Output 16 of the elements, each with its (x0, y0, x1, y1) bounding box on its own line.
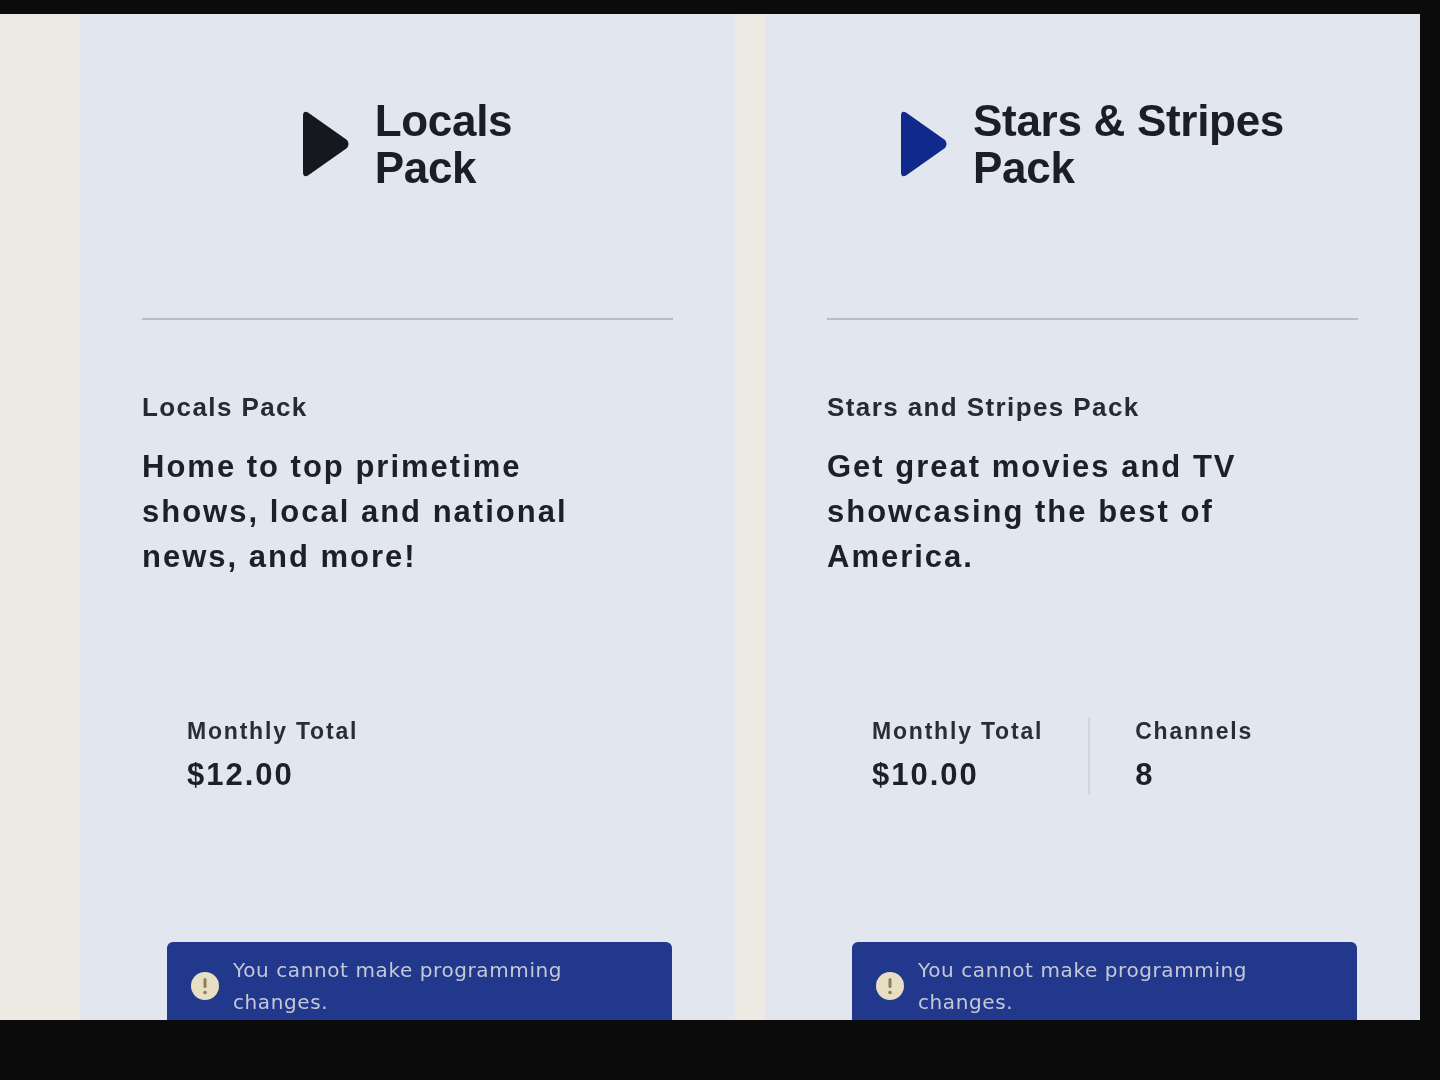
pack-name: Locals Pack (142, 392, 309, 422)
exclamation-icon (191, 972, 219, 1000)
logo-title: Stars & Stripes Pack (973, 97, 1284, 191)
pack-description: Home to top primetime shows, local and national news, and more! (142, 448, 569, 576)
stat-value: $12.00 (187, 756, 295, 794)
pack-description: Get great movies and TV showcasing the best of America. (827, 448, 1238, 576)
pack-name: Stars and Stripes Pack (827, 392, 1141, 422)
exclamation-icon (876, 972, 904, 1000)
logo-title: Locals Pack (374, 97, 513, 191)
stat-label: Channels (1135, 717, 1254, 745)
notice-text: You cannot make programming changes. (918, 957, 1249, 1016)
stat-label: Monthly Total (872, 717, 1044, 745)
notice-text: You cannot make programming changes. (233, 957, 564, 1016)
stat-label: Monthly Total (187, 717, 359, 745)
stat-value: 8 (1135, 756, 1156, 794)
stat-value: $10.00 (872, 756, 980, 794)
